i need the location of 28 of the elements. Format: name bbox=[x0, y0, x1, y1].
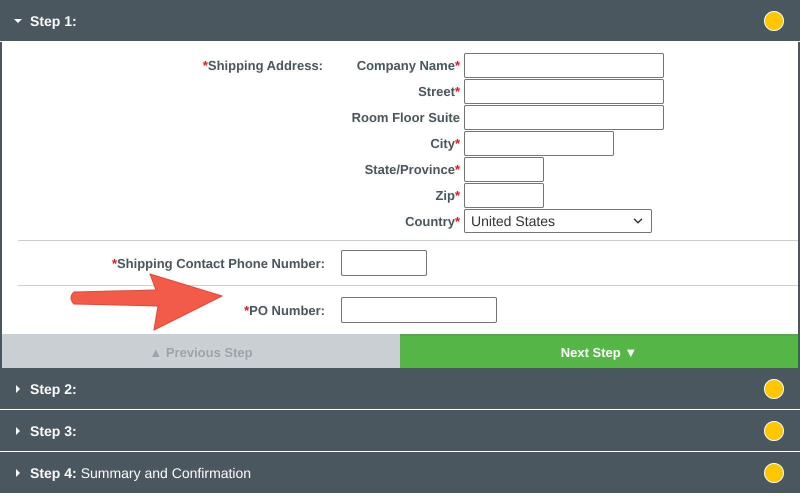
text-input[interactable] bbox=[464, 130, 614, 156]
step-title: Step 1: bbox=[30, 12, 77, 28]
field-label: State/Province* bbox=[364, 162, 460, 176]
step-title: Step 4: bbox=[30, 464, 77, 480]
field-label: *Shipping Address: bbox=[202, 58, 323, 72]
step-subtitle: Summary and Confirmation bbox=[80, 464, 252, 480]
po-number-input[interactable] bbox=[341, 297, 497, 323]
text-input[interactable] bbox=[464, 156, 544, 182]
step-header[interactable]: Step 3: bbox=[0, 410, 800, 452]
field-label: *PO Number: bbox=[243, 302, 325, 318]
text-input[interactable] bbox=[464, 182, 544, 208]
country-select[interactable]: United States bbox=[464, 209, 652, 233]
step-header[interactable]: Step 4: Summary and Confirmation bbox=[0, 452, 800, 494]
field-label: City* bbox=[429, 136, 460, 150]
text-input[interactable] bbox=[464, 78, 664, 104]
step-header[interactable]: Step 2: bbox=[0, 368, 800, 410]
step-title: Step 3: bbox=[30, 422, 77, 438]
phone-input[interactable] bbox=[341, 250, 427, 276]
field-label: *Shipping Contact Phone Number: bbox=[110, 256, 325, 270]
field-label: Room Floor Suite bbox=[350, 110, 460, 124]
text-input[interactable] bbox=[464, 52, 664, 78]
field-label: Zip* bbox=[434, 188, 460, 202]
step-header[interactable]: Step 1: bbox=[0, 0, 800, 42]
field-label: Company Name* bbox=[356, 58, 460, 72]
field-label: Country* bbox=[404, 214, 460, 228]
field-label: Street* bbox=[417, 84, 460, 98]
text-input[interactable] bbox=[464, 104, 664, 130]
step-title: Step 2: bbox=[30, 380, 77, 396]
